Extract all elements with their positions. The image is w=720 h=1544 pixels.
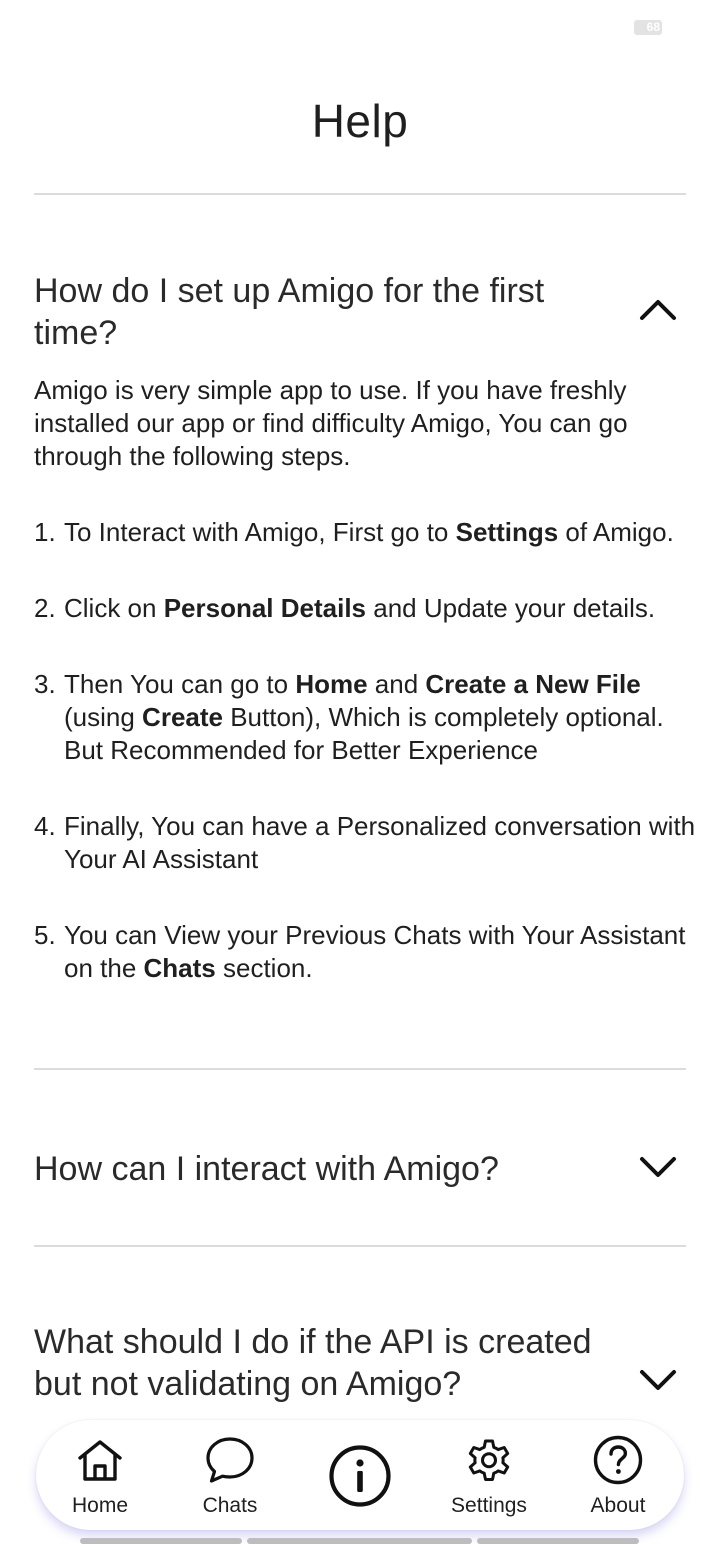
chevron-down-icon[interactable] <box>638 1360 678 1400</box>
nav-settings-label: Settings <box>451 1494 527 1517</box>
step-number: 3. <box>34 669 56 699</box>
nav-chats-label: Chats <box>202 1494 258 1517</box>
battery-icon: 68 <box>634 20 662 35</box>
step-number: 5. <box>34 920 56 950</box>
home-icon <box>78 1440 122 1481</box>
nav-home-label: Home <box>71 1494 129 1517</box>
gesture-bar-segment <box>247 1538 472 1544</box>
nav-home[interactable]: Home <box>45 1434 155 1518</box>
step-item: 3. Then You can go to Home and Create a N… <box>34 668 706 767</box>
step-text: Then You can go to Home and Create a New… <box>64 669 664 765</box>
step-item: 4. Finally, You can have a Personalized c… <box>34 810 706 876</box>
nav-about[interactable]: About <box>563 1434 673 1518</box>
gesture-bar-segment <box>477 1538 639 1544</box>
faq-question-1[interactable]: How do I set up Amigo for the first time… <box>34 270 614 354</box>
gesture-bar-segment <box>80 1538 242 1544</box>
nav-settings[interactable]: Settings <box>434 1434 544 1518</box>
divider <box>34 193 686 195</box>
question-circle-icon <box>593 1435 643 1485</box>
gear-icon <box>468 1439 510 1481</box>
step-number: 1. <box>34 517 56 547</box>
divider <box>34 1245 686 1247</box>
faq-question-2[interactable]: How can I interact with Amigo? <box>34 1148 614 1190</box>
chevron-down-icon[interactable] <box>638 1147 678 1187</box>
step-number: 4. <box>34 811 56 841</box>
answer-intro: Amigo is very simple app to use. If you … <box>34 375 628 471</box>
steps-list: 1. To Interact with Amigo, First go to Se… <box>34 516 706 985</box>
chat-bubble-icon <box>206 1437 254 1483</box>
step-text: To Interact with Amigo, First go to Sett… <box>64 517 674 547</box>
chevron-up-icon[interactable] <box>638 290 678 330</box>
info-icon[interactable] <box>328 1444 392 1508</box>
step-text: Finally, You can have a Personalized con… <box>64 811 696 874</box>
nav-about-label: About <box>590 1494 646 1517</box>
status-bar: 68 <box>0 0 720 56</box>
step-text: Click on Personal Details and Update you… <box>64 593 656 623</box>
step-item: 2. Click on Personal Details and Update y… <box>34 592 706 625</box>
nav-chats[interactable]: Chats <box>175 1434 285 1518</box>
step-text: You can View your Previous Chats with Yo… <box>64 920 686 983</box>
step-item: 1. To Interact with Amigo, First go to Se… <box>34 516 706 549</box>
bottom-navigation: Home Chats Settings About <box>36 1420 684 1530</box>
divider <box>34 1068 686 1070</box>
page-title: Help <box>311 95 409 147</box>
faq-question-3[interactable]: What should I do if the API is created b… <box>34 1321 594 1419</box>
faq-answer-1: Amigo is very simple app to use. If you … <box>34 374 706 1028</box>
step-number: 2. <box>34 593 56 623</box>
step-item: 5. You can View your Previous Chats with … <box>34 919 706 985</box>
